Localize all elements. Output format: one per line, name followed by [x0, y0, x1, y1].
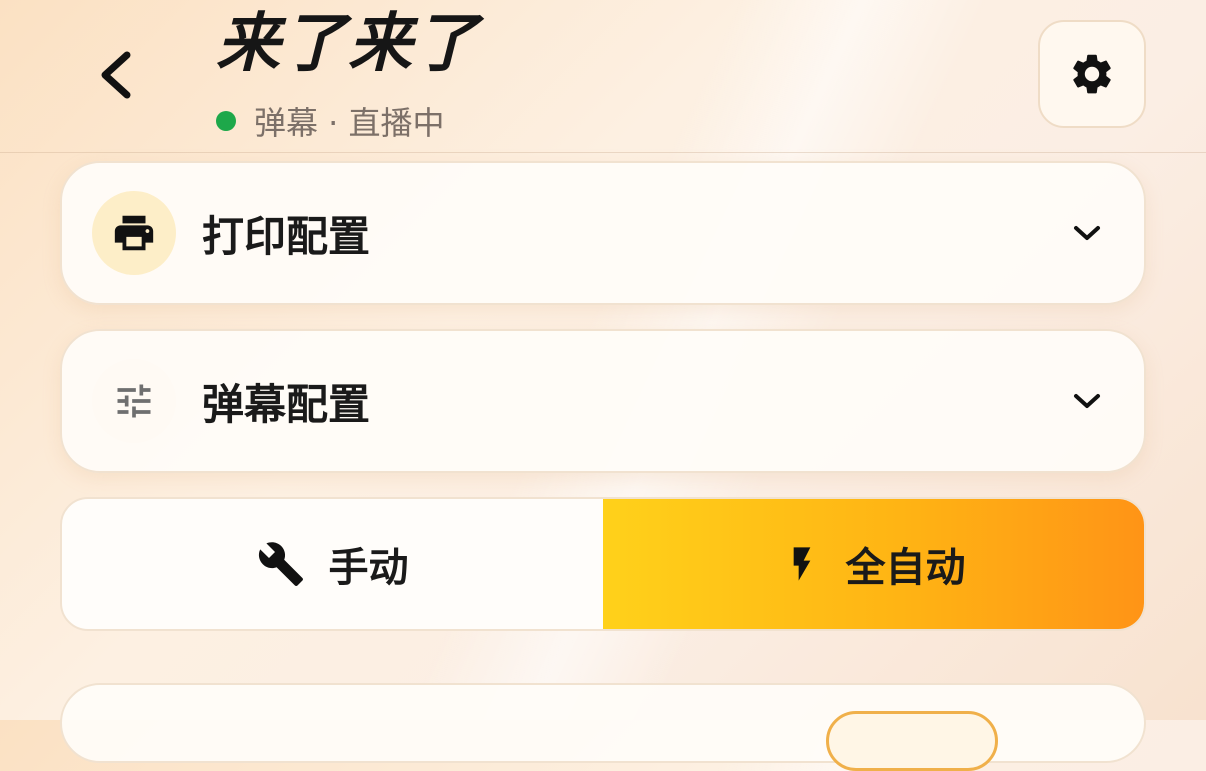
auto-mode-label: 全自动	[845, 545, 966, 591]
back-button[interactable]	[90, 45, 140, 105]
manual-mode-label: 手动	[328, 545, 409, 591]
live-status-dot	[216, 111, 236, 131]
next-card	[60, 683, 1146, 771]
next-card-pill-button[interactable]	[826, 711, 998, 771]
danmaku-config-card[interactable]: 弹幕配置	[60, 329, 1146, 473]
gear-icon	[1073, 54, 1111, 94]
print-config-card[interactable]: 打印配置	[60, 161, 1146, 305]
danmaku-config-label: 弹幕配置	[202, 379, 371, 429]
auto-mode-button[interactable]: 全自动	[603, 499, 1144, 629]
lightning-icon	[782, 540, 822, 588]
mode-toggle: 手动 全自动	[60, 497, 1146, 631]
status-text: 弹幕 · 直播中	[254, 104, 445, 142]
live-status: 弹幕 · 直播中	[216, 98, 445, 144]
chevron-down-icon[interactable]	[1070, 384, 1104, 418]
manual-mode-button[interactable]: 手动	[62, 499, 603, 629]
chevron-down-icon[interactable]	[1070, 216, 1104, 250]
page-title: 来了来了	[216, 7, 480, 81]
print-config-label: 打印配置	[202, 211, 371, 261]
danmaku-config-header[interactable]: 弹幕配置	[62, 331, 1144, 471]
wrench-icon	[257, 540, 305, 588]
sliders-icon	[117, 384, 151, 418]
print-icon-badge	[92, 191, 176, 275]
settings-button[interactable]	[1038, 20, 1146, 128]
print-config-header[interactable]: 打印配置	[62, 163, 1144, 303]
printer-icon	[114, 215, 154, 251]
danmaku-icon-badge	[92, 359, 176, 443]
header: 来了来了 弹幕 · 直播中	[0, 0, 1206, 153]
back-arrow-icon	[101, 51, 131, 99]
